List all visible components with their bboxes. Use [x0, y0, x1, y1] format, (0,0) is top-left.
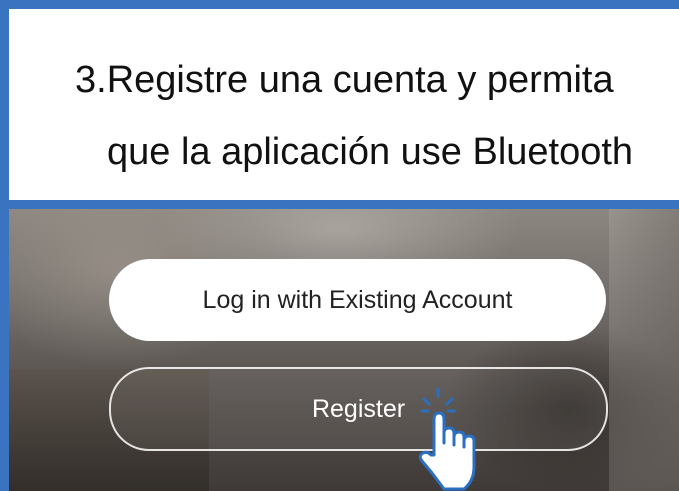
- instruction-caption: 3.Registre una cuenta y permita que la a…: [9, 9, 679, 200]
- app-screen: Log in with Existing Account Register: [9, 209, 679, 491]
- frame-border-left: [0, 0, 9, 491]
- register-button[interactable]: Register: [109, 367, 608, 451]
- caption-line-2: que la aplicación use Bluetooth: [107, 131, 634, 173]
- login-existing-account-button[interactable]: Log in with Existing Account: [109, 259, 606, 341]
- login-button-label: Log in with Existing Account: [202, 285, 513, 314]
- instruction-frame: 3.Registre una cuenta y permita que la a…: [0, 0, 679, 491]
- tap-hand-icon: [418, 387, 476, 491]
- caption-line-1: 3.Registre una cuenta y permita: [75, 59, 614, 101]
- frame-border-divider: [0, 200, 679, 209]
- background-blur: [609, 209, 679, 491]
- frame-border-top: [0, 0, 679, 9]
- register-button-label: Register: [311, 394, 406, 423]
